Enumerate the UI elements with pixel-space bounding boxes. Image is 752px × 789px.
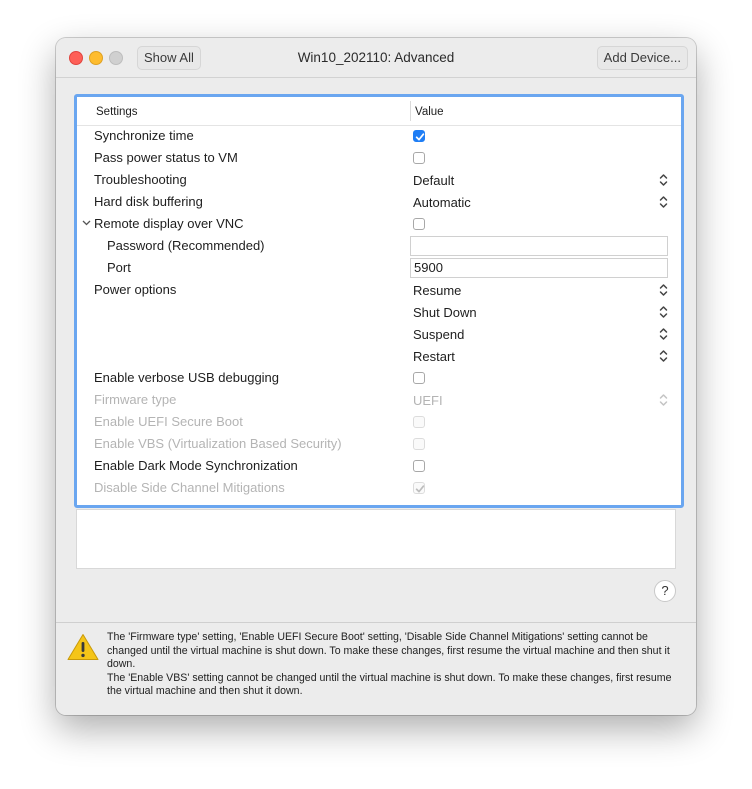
- setting-label: Enable verbose USB debugging: [94, 370, 280, 385]
- setting-popup[interactable]: Suspend: [413, 327, 464, 342]
- updown-chevron-icon: [659, 394, 668, 406]
- table-row[interactable]: Password (Recommended): [77, 236, 681, 258]
- setting-label: Enable VBS (Virtualization Based Securit…: [94, 436, 342, 451]
- settings-table[interactable]: Settings Value Synchronize time Pass powe…: [74, 94, 684, 508]
- warning-text: The 'Firmware type' setting, 'Enable UEF…: [107, 631, 687, 699]
- setting-popup[interactable]: Default: [413, 173, 454, 188]
- warning-line-1: The 'Firmware type' setting, 'Enable UEF…: [107, 631, 670, 671]
- setting-popup[interactable]: Resume: [413, 283, 461, 298]
- titlebar: Win10_202110: Advanced Show All Add Devi…: [56, 38, 696, 78]
- updown-chevron-icon: [659, 174, 668, 186]
- setting-label: Firmware type: [94, 392, 177, 407]
- setting-label: Troubleshooting: [94, 172, 187, 187]
- close-button[interactable]: [69, 51, 83, 65]
- warning-line-2: The 'Enable VBS' setting cannot be chang…: [107, 671, 672, 698]
- setting-checkbox: [413, 416, 425, 428]
- table-row[interactable]: Pass power status to VM: [77, 148, 681, 170]
- setting-label: Pass power status to VM: [94, 150, 238, 165]
- checkmark-icon: [415, 133, 425, 141]
- updown-chevron-icon: [659, 328, 668, 340]
- checkmark-icon: [415, 485, 425, 493]
- setting-checkbox[interactable]: [413, 130, 425, 142]
- setting-popup: UEFI: [413, 393, 443, 408]
- chevron-down-icon[interactable]: [82, 218, 91, 227]
- zoom-button[interactable]: [109, 51, 123, 65]
- setting-label: Enable Dark Mode Synchronization: [94, 458, 298, 473]
- setting-popup[interactable]: Automatic: [413, 195, 471, 210]
- table-row[interactable]: Shut Down: [77, 302, 681, 324]
- column-divider[interactable]: [410, 101, 411, 121]
- table-row[interactable]: Restart: [77, 346, 681, 368]
- table-header: Settings Value: [77, 97, 681, 126]
- setting-label: Remote display over VNC: [94, 216, 244, 231]
- setting-checkbox[interactable]: [413, 218, 425, 230]
- setting-label: Port: [107, 260, 131, 275]
- setting-label: Synchronize time: [94, 128, 194, 143]
- table-row[interactable]: Remote display over VNC: [77, 214, 681, 236]
- description-box: [76, 509, 676, 569]
- show-all-button[interactable]: Show All: [137, 46, 201, 70]
- setting-label: Enable UEFI Secure Boot: [94, 414, 243, 429]
- advanced-settings-window: Win10_202110: Advanced Show All Add Devi…: [56, 38, 696, 715]
- table-row[interactable]: Port 5900: [77, 258, 681, 280]
- table-row[interactable]: Firmware type UEFI: [77, 390, 681, 412]
- setting-label: Power options: [94, 282, 177, 297]
- setting-popup[interactable]: Shut Down: [413, 305, 477, 320]
- table-row[interactable]: Enable VBS (Virtualization Based Securit…: [77, 434, 681, 456]
- table-row[interactable]: Hard disk buffering Automatic: [77, 192, 681, 214]
- table-row[interactable]: Disable Side Channel Mitigations: [77, 478, 681, 500]
- setting-checkbox[interactable]: [413, 372, 425, 384]
- settings-column-header[interactable]: Settings: [96, 106, 138, 118]
- updown-chevron-icon: [659, 350, 668, 362]
- updown-chevron-icon: [659, 196, 668, 208]
- minimize-button[interactable]: [89, 51, 103, 65]
- table-row[interactable]: Enable verbose USB debugging: [77, 368, 681, 390]
- setting-label: Disable Side Channel Mitigations: [94, 480, 285, 495]
- warning-icon: [67, 634, 99, 660]
- table-row[interactable]: Enable UEFI Secure Boot: [77, 412, 681, 434]
- port-field[interactable]: 5900: [410, 258, 668, 278]
- table-row[interactable]: Power options Resume: [77, 280, 681, 302]
- table-row[interactable]: Synchronize time: [77, 126, 681, 148]
- setting-checkbox[interactable]: [413, 460, 425, 472]
- password-field[interactable]: [410, 236, 668, 256]
- setting-label: Password (Recommended): [107, 238, 265, 253]
- warning-footer: The 'Firmware type' setting, 'Enable UEF…: [56, 622, 696, 715]
- setting-checkbox[interactable]: [413, 152, 425, 164]
- setting-label: Hard disk buffering: [94, 194, 203, 209]
- setting-checkbox: [413, 438, 425, 450]
- value-column-header[interactable]: Value: [415, 106, 444, 118]
- table-row[interactable]: Troubleshooting Default: [77, 170, 681, 192]
- table-row[interactable]: Enable Dark Mode Synchronization: [77, 456, 681, 478]
- table-row[interactable]: Suspend: [77, 324, 681, 346]
- updown-chevron-icon: [659, 306, 668, 318]
- help-icon[interactable]: ?: [654, 580, 676, 602]
- add-device-button[interactable]: Add Device...: [596, 46, 688, 70]
- setting-checkbox: [413, 482, 425, 494]
- setting-popup[interactable]: Restart: [413, 349, 455, 364]
- updown-chevron-icon: [659, 284, 668, 296]
